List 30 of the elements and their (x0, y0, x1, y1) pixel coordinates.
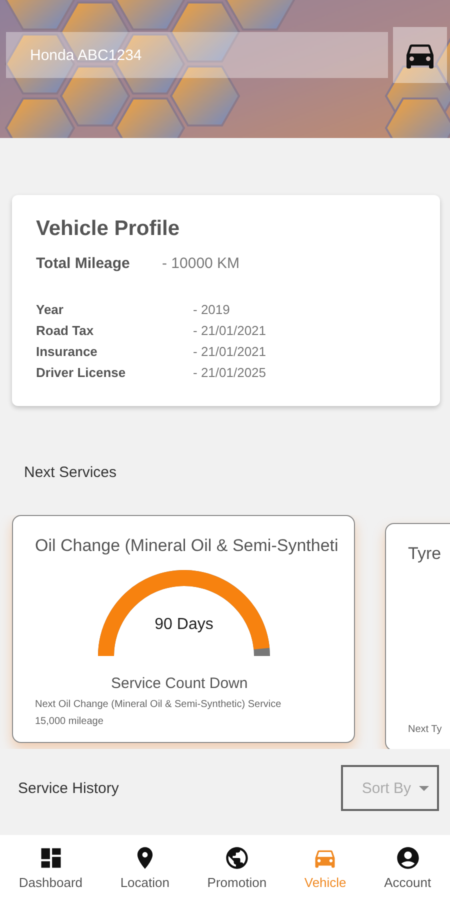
user-icon (394, 845, 421, 871)
detail-value: - 21/01/2021 (193, 344, 268, 359)
section-title: Service History (18, 780, 119, 796)
service-title: Oil Change (Mineral Oil & Semi-Syntheti (35, 536, 340, 556)
gauge-caption: Service Count Down (111, 675, 249, 692)
service-note: Next Ty (408, 723, 443, 737)
service-card[interactable]: Oil Change (Mineral Oil & Semi-Syntheti 90 Days Service Count Down Next Oil Change (Mineral Oil & Semi-Synthetic) Service 15,000 mileage (12, 515, 355, 743)
caret-icon (419, 786, 429, 790)
service-mileage: 15,000 mileage (35, 715, 104, 729)
detail-value: - 2019 (193, 302, 231, 317)
globe-icon (224, 845, 250, 871)
service-title: Tyre (408, 544, 442, 564)
detail-label: Road Tax (36, 323, 95, 338)
mileage-label: Total Mileage (36, 255, 131, 272)
nav-tab[interactable]: Promotion (207, 845, 267, 900)
detail-value: - 21/01/2021 (193, 323, 268, 338)
nav-tab[interactable]: Location (120, 845, 170, 900)
mileage-value: - 10000 KM (162, 255, 241, 272)
nav-tab[interactable]: Account (384, 845, 432, 900)
section-title: Next Services (24, 464, 118, 481)
card-title: Vehicle Profile (36, 217, 181, 241)
service-note: Next Oil Change (Mineral Oil & Semi-Synthetic) Service (35, 698, 282, 712)
gauge-reading: 90 Days (154, 616, 214, 634)
nav-tab[interactable]: Dashboard (18, 845, 83, 900)
car-button[interactable] (393, 27, 447, 83)
service-card[interactable]: Tyre Next Ty (385, 523, 450, 749)
detail-label: Driver License (36, 365, 127, 380)
detail-value: - 21/01/2025 (193, 365, 268, 380)
detail-label: Insurance (36, 344, 98, 359)
detail-label: Year (36, 302, 64, 317)
